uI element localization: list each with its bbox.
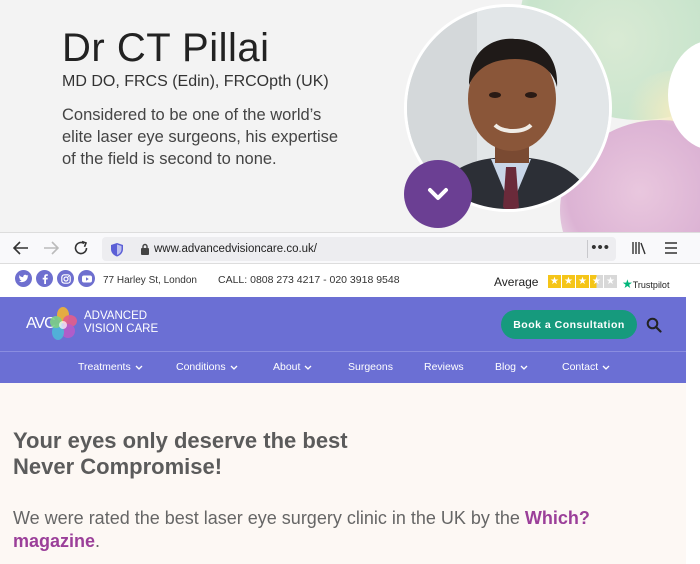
chevron-down-icon [230, 365, 238, 370]
divider [587, 240, 588, 258]
paragraph-text: We were rated the best laser eye surgery… [13, 508, 525, 528]
nav-item-surgeons[interactable]: Surgeons [348, 361, 393, 373]
twitter-icon[interactable] [15, 270, 32, 287]
nav-label: Treatments [78, 361, 131, 373]
rating-star-icon: ★ [604, 275, 617, 288]
nav-item-blog[interactable]: Blog [495, 361, 528, 373]
rating-star-icon: ★ [562, 275, 575, 288]
hamburger-menu-button[interactable] [656, 233, 686, 263]
instagram-icon[interactable] [57, 270, 74, 287]
chevron-down-icon [602, 365, 610, 370]
headline-line: Never Compromise! [13, 454, 223, 479]
logo-text: ADVANCED VISION CARE [84, 310, 158, 336]
forward-button[interactable] [36, 233, 66, 263]
page-actions-menu[interactable]: ••• [591, 239, 610, 256]
scroll-down-button[interactable] [404, 160, 472, 228]
trustpilot-text: Trustpilot [632, 280, 670, 290]
logo-flower-icon [50, 307, 77, 340]
youtube-icon[interactable] [78, 270, 95, 287]
trustpilot-star-icon: ★ [622, 277, 633, 291]
logo-line: ADVANCED [84, 310, 148, 322]
library-button[interactable] [624, 233, 654, 263]
surgeon-description: Considered to be one of the world’s elit… [62, 106, 339, 168]
nav-label: Surgeons [348, 361, 393, 373]
surgeon-name: Dr CT Pillai [62, 26, 270, 70]
rating-label: Average [494, 275, 539, 289]
nav-item-reviews[interactable]: Reviews [424, 361, 464, 373]
facebook-icon[interactable] [36, 270, 53, 287]
back-button[interactable] [6, 233, 36, 263]
nav-label: Blog [495, 361, 517, 373]
rating-star-icon: ★ [576, 275, 589, 288]
nav-label: Reviews [424, 361, 464, 373]
headline-line: Your eyes only deserve the best [13, 428, 348, 453]
chevron-down-icon [135, 365, 143, 370]
nav-item-contact[interactable]: Contact [562, 361, 610, 373]
surgeon-qualifications: MD DO, FRCS (Edin), FRCOpth (UK) [62, 73, 329, 90]
nav-item-conditions[interactable]: Conditions [176, 361, 238, 373]
address-bar[interactable]: www.advancedvisioncare.co.uk/ ••• [102, 237, 616, 261]
trustpilot-stars: ★ ★ ★ ★ ★ [548, 275, 617, 288]
library-icon [632, 242, 646, 255]
search-icon [646, 317, 662, 333]
chevron-down-icon [304, 365, 312, 370]
shield-icon [111, 242, 123, 256]
paragraph-text: . [95, 531, 101, 551]
chevron-down-icon [520, 365, 528, 370]
trustpilot-logo[interactable]: ★Trustpilot [622, 277, 669, 291]
reload-icon [74, 240, 88, 255]
nav-item-about[interactable]: About [273, 361, 312, 373]
intro-paragraph: We were rated the best laser eye surgery… [13, 507, 663, 553]
main-navigation: AVC ADVANCED VISION CARE Book a Consulta… [0, 297, 686, 383]
rating-star-icon: ★ [548, 275, 561, 288]
divider [0, 351, 686, 352]
nav-label: Conditions [176, 361, 226, 373]
clinic-address: 77 Harley St, London [103, 275, 197, 286]
page-headline: Your eyes only deserve the best Never Co… [13, 428, 348, 480]
hero-section: Dr CT Pillai MD DO, FRCS (Edin), FRCOpth… [0, 0, 700, 232]
hamburger-icon [665, 242, 677, 254]
intro-section: Your eyes only deserve the best Never Co… [0, 383, 686, 564]
chevron-down-icon [428, 188, 448, 200]
url-text: www.advancedvisioncare.co.uk/ [154, 243, 317, 255]
site-top-bar: 77 Harley St, London CALL: 0808 273 4217… [0, 264, 700, 297]
reload-button[interactable] [66, 233, 96, 263]
nav-item-treatments[interactable]: Treatments [78, 361, 143, 373]
book-consultation-button[interactable]: Book a Consultation [501, 310, 637, 339]
arrow-left-icon [13, 241, 28, 255]
lock-icon [141, 243, 149, 255]
nav-label: About [273, 361, 301, 373]
phone-numbers[interactable]: CALL: 0808 273 4217 - 020 3918 9548 [218, 274, 400, 286]
rating-star-icon: ★ [590, 275, 603, 288]
site-logo[interactable]: AVC ADVANCED VISION CARE [26, 305, 226, 345]
search-button[interactable] [646, 317, 662, 333]
nav-label: Contact [562, 361, 599, 373]
browser-toolbar: www.advancedvisioncare.co.uk/ ••• [0, 232, 700, 264]
logo-line: VISION CARE [84, 323, 159, 335]
arrow-right-icon [44, 241, 59, 255]
